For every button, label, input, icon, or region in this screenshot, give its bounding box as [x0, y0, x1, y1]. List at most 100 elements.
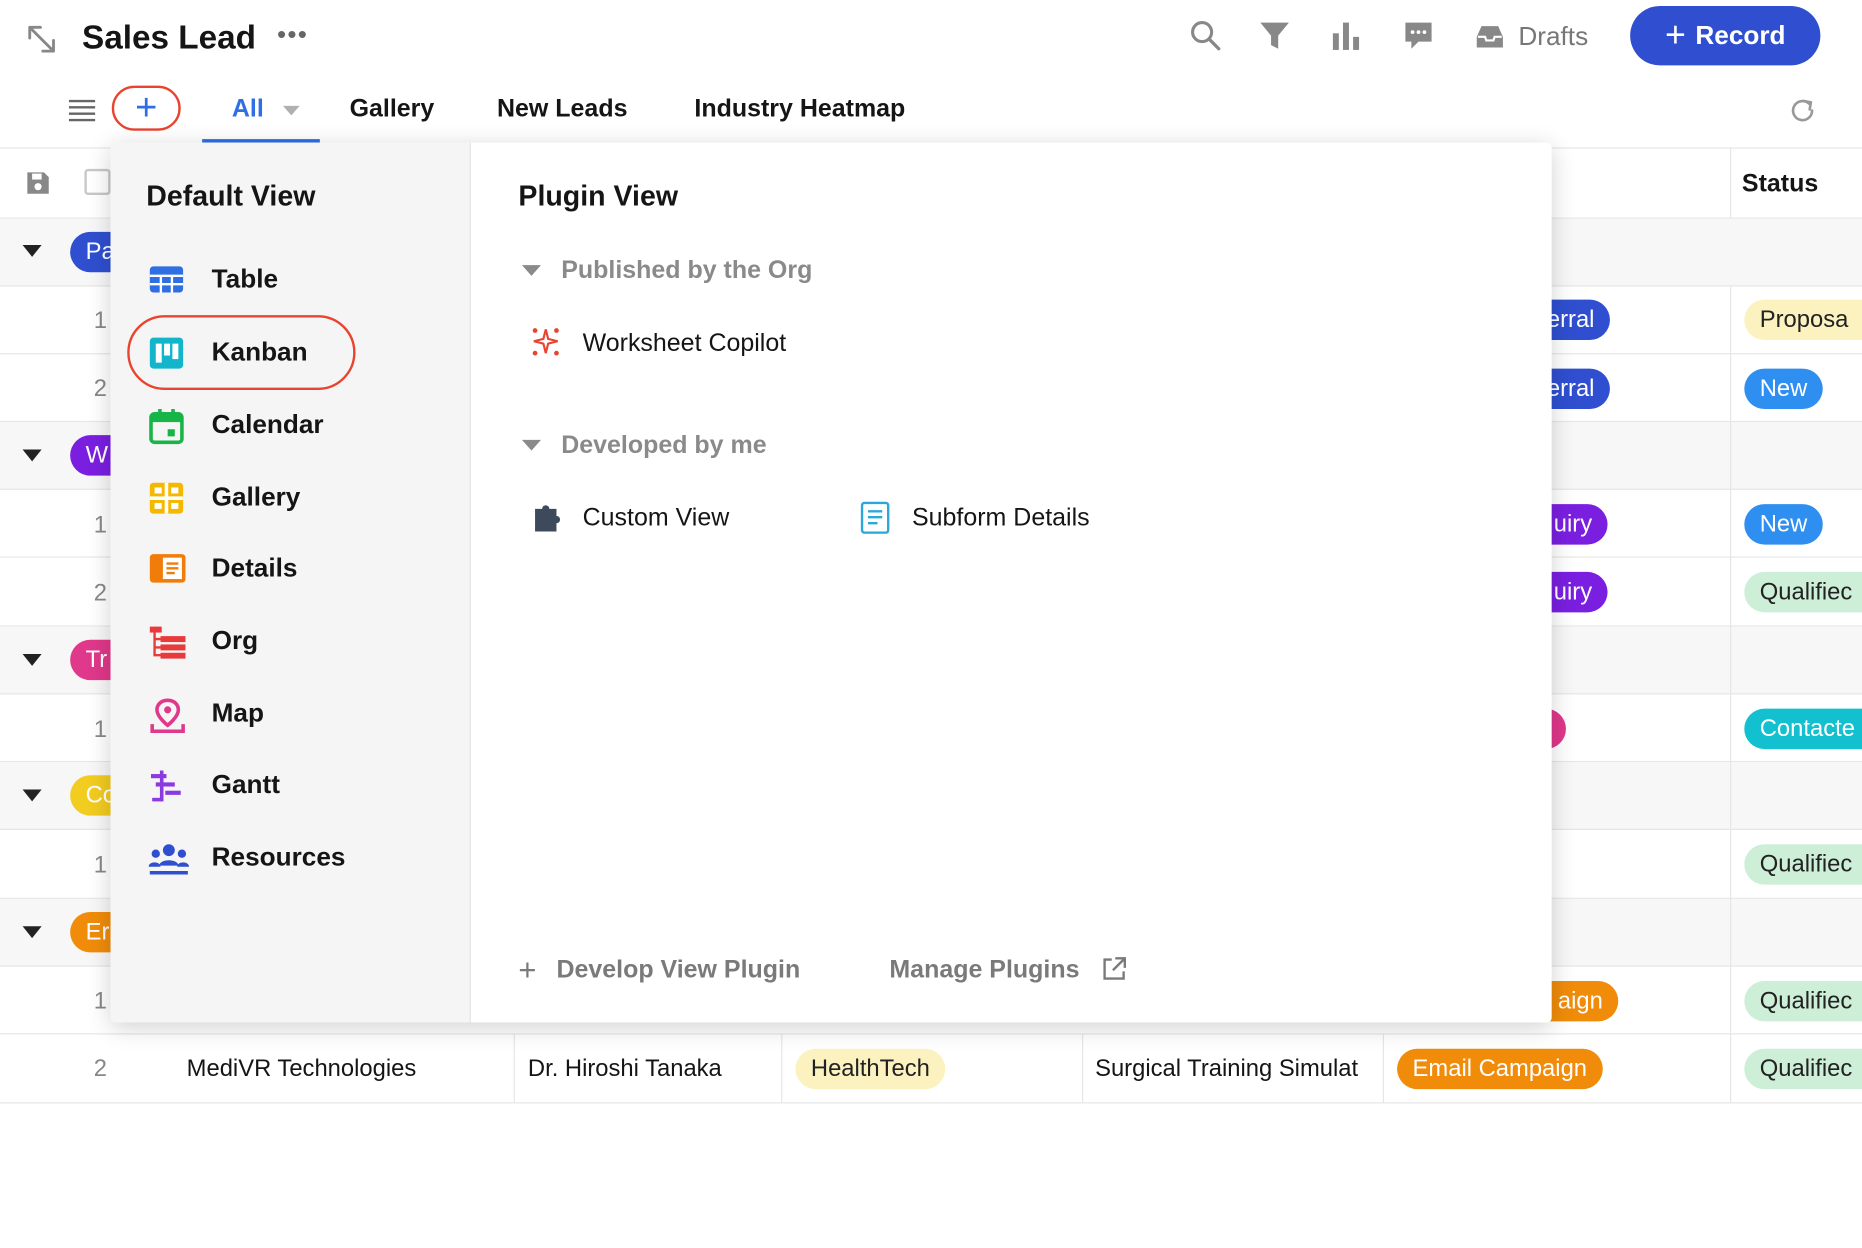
caret-down-icon[interactable]	[521, 439, 542, 451]
select-all-checkbox[interactable]	[84, 168, 111, 195]
status-tag: Proposa	[1744, 299, 1862, 341]
plugin-view-title: Plugin View	[518, 180, 679, 213]
view-option-label: Org	[211, 625, 259, 656]
plugin-subform-details[interactable]: Subform Details	[860, 499, 1145, 537]
drafts-button[interactable]: Drafts	[1518, 20, 1588, 53]
view-option-map[interactable]: Map	[111, 682, 470, 744]
view-option-label: Resources	[211, 841, 346, 872]
caret-down-icon[interactable]	[521, 265, 542, 276]
caret-down-icon[interactable]	[22, 926, 42, 939]
industry-tag: HealthTech	[795, 1048, 946, 1090]
page-title: Sales Lead	[82, 19, 257, 56]
develop-view-plugin-link[interactable]: + Develop View Plugin	[518, 954, 815, 990]
view-option-details[interactable]: Details	[111, 537, 470, 599]
org-chart-icon	[149, 625, 187, 659]
plugin-custom-view[interactable]: Custom View	[529, 499, 791, 537]
status-tag: Qualifiec	[1744, 571, 1862, 613]
developed-section-title[interactable]: Developed by me	[561, 429, 766, 462]
column-divider	[513, 1034, 515, 1103]
view-option-kanban[interactable]: Kanban	[111, 321, 470, 383]
company-cell[interactable]: MediVR Technologies	[187, 1055, 508, 1084]
view-option-label: Calendar	[211, 409, 324, 439]
add-record-button[interactable]: + Record	[1630, 5, 1821, 66]
comment-icon[interactable]	[1402, 19, 1435, 52]
add-record-label: Record	[1695, 20, 1786, 50]
external-link-icon	[1101, 956, 1127, 982]
manage-plugins-label: Manage Plugins	[889, 955, 1080, 984]
view-option-label: Kanban	[211, 336, 308, 367]
row-number: 2	[93, 375, 108, 402]
default-view-title: Default View	[146, 180, 316, 213]
caret-down-icon[interactable]	[22, 449, 42, 462]
view-option-label: Gallery	[211, 481, 301, 512]
view-option-gantt[interactable]: Gantt	[111, 754, 470, 816]
caret-down-icon[interactable]	[22, 789, 42, 802]
add-view-dropdown: Default View Table Kanban Calendar Galle…	[110, 142, 1552, 1023]
more-options-button[interactable]: •••	[277, 17, 308, 53]
status-tag: Qualifiec	[1744, 1048, 1862, 1090]
tab-all[interactable]: All	[232, 93, 264, 126]
view-option-label: Table	[211, 263, 279, 294]
row-number: 1	[93, 852, 108, 879]
plus-icon: +	[518, 951, 537, 987]
row-number: 1	[93, 716, 108, 744]
caret-down-icon[interactable]	[22, 653, 42, 666]
status-tag: Qualifiec	[1744, 844, 1862, 885]
row-number: 2	[93, 1055, 108, 1083]
row-divider	[0, 1033, 1862, 1035]
tab-gallery[interactable]: Gallery	[350, 93, 435, 126]
status-tag: New	[1744, 368, 1823, 410]
caret-down-icon[interactable]	[22, 244, 42, 257]
sparkle-icon	[529, 326, 562, 359]
row-number: 1	[93, 512, 108, 539]
contact-cell[interactable]: Dr. Hiroshi Tanaka	[528, 1055, 772, 1084]
tab-new-leads[interactable]: New Leads	[497, 93, 627, 126]
statistics-icon[interactable]	[1331, 19, 1362, 52]
status-tag: New	[1744, 504, 1823, 545]
filter-icon[interactable]	[1258, 19, 1291, 52]
view-option-resources[interactable]: Resources	[111, 826, 470, 888]
kanban-icon	[149, 336, 185, 369]
status-tag: Qualifiec	[1744, 980, 1862, 1022]
details-icon	[149, 553, 187, 584]
view-option-gallery[interactable]: Gallery	[111, 466, 470, 528]
document-icon	[860, 501, 891, 534]
map-pin-icon	[149, 698, 187, 734]
add-view-button[interactable]: +	[111, 85, 181, 131]
tab-industry-heatmap[interactable]: Industry Heatmap	[694, 93, 905, 126]
column-divider	[1382, 1034, 1385, 1103]
need-cell[interactable]: Surgical Training Simulat	[1095, 1055, 1380, 1084]
column-divider	[1730, 285, 1732, 1104]
status-tag: Contacte	[1744, 708, 1862, 750]
plugin-label: Subform Details	[911, 504, 1090, 532]
published-section-title[interactable]: Published by the Org	[561, 254, 812, 287]
view-option-table[interactable]: Table	[111, 249, 470, 311]
plugin-label: Worksheet Copilot	[582, 329, 787, 357]
resources-icon	[148, 842, 190, 875]
column-divider	[781, 1034, 783, 1103]
source-tag: Email Campaign	[1397, 1048, 1603, 1090]
gantt-icon	[149, 769, 185, 802]
drafts-icon[interactable]	[1474, 23, 1505, 52]
row-number: 2	[93, 580, 108, 607]
column-divider	[1730, 147, 1732, 219]
column-divider	[1082, 1034, 1084, 1103]
manage-plugins-link[interactable]: Manage Plugins	[889, 954, 1139, 990]
save-icon[interactable]	[25, 170, 51, 196]
view-option-calendar[interactable]: Calendar	[111, 394, 470, 456]
app-root: Sales Lead ••• Drafts + Record + All Gal…	[0, 0, 1862, 1248]
plus-icon: +	[1665, 15, 1686, 55]
collapse-icon[interactable]	[26, 24, 57, 55]
view-option-org[interactable]: Org	[111, 610, 470, 672]
row-number: 1	[93, 307, 108, 335]
view-list-icon[interactable]	[68, 99, 97, 123]
view-option-label: Map	[211, 697, 264, 728]
plugin-worksheet-copilot[interactable]: Worksheet Copilot	[529, 325, 838, 363]
status-column-header[interactable]: Status	[1742, 169, 1818, 200]
develop-view-plugin-label: Develop View Plugin	[556, 955, 801, 984]
refresh-icon[interactable]	[1787, 95, 1818, 126]
chevron-down-icon[interactable]	[282, 105, 301, 117]
puzzle-icon	[533, 501, 564, 534]
search-icon[interactable]	[1189, 19, 1222, 52]
table-icon	[149, 264, 185, 295]
